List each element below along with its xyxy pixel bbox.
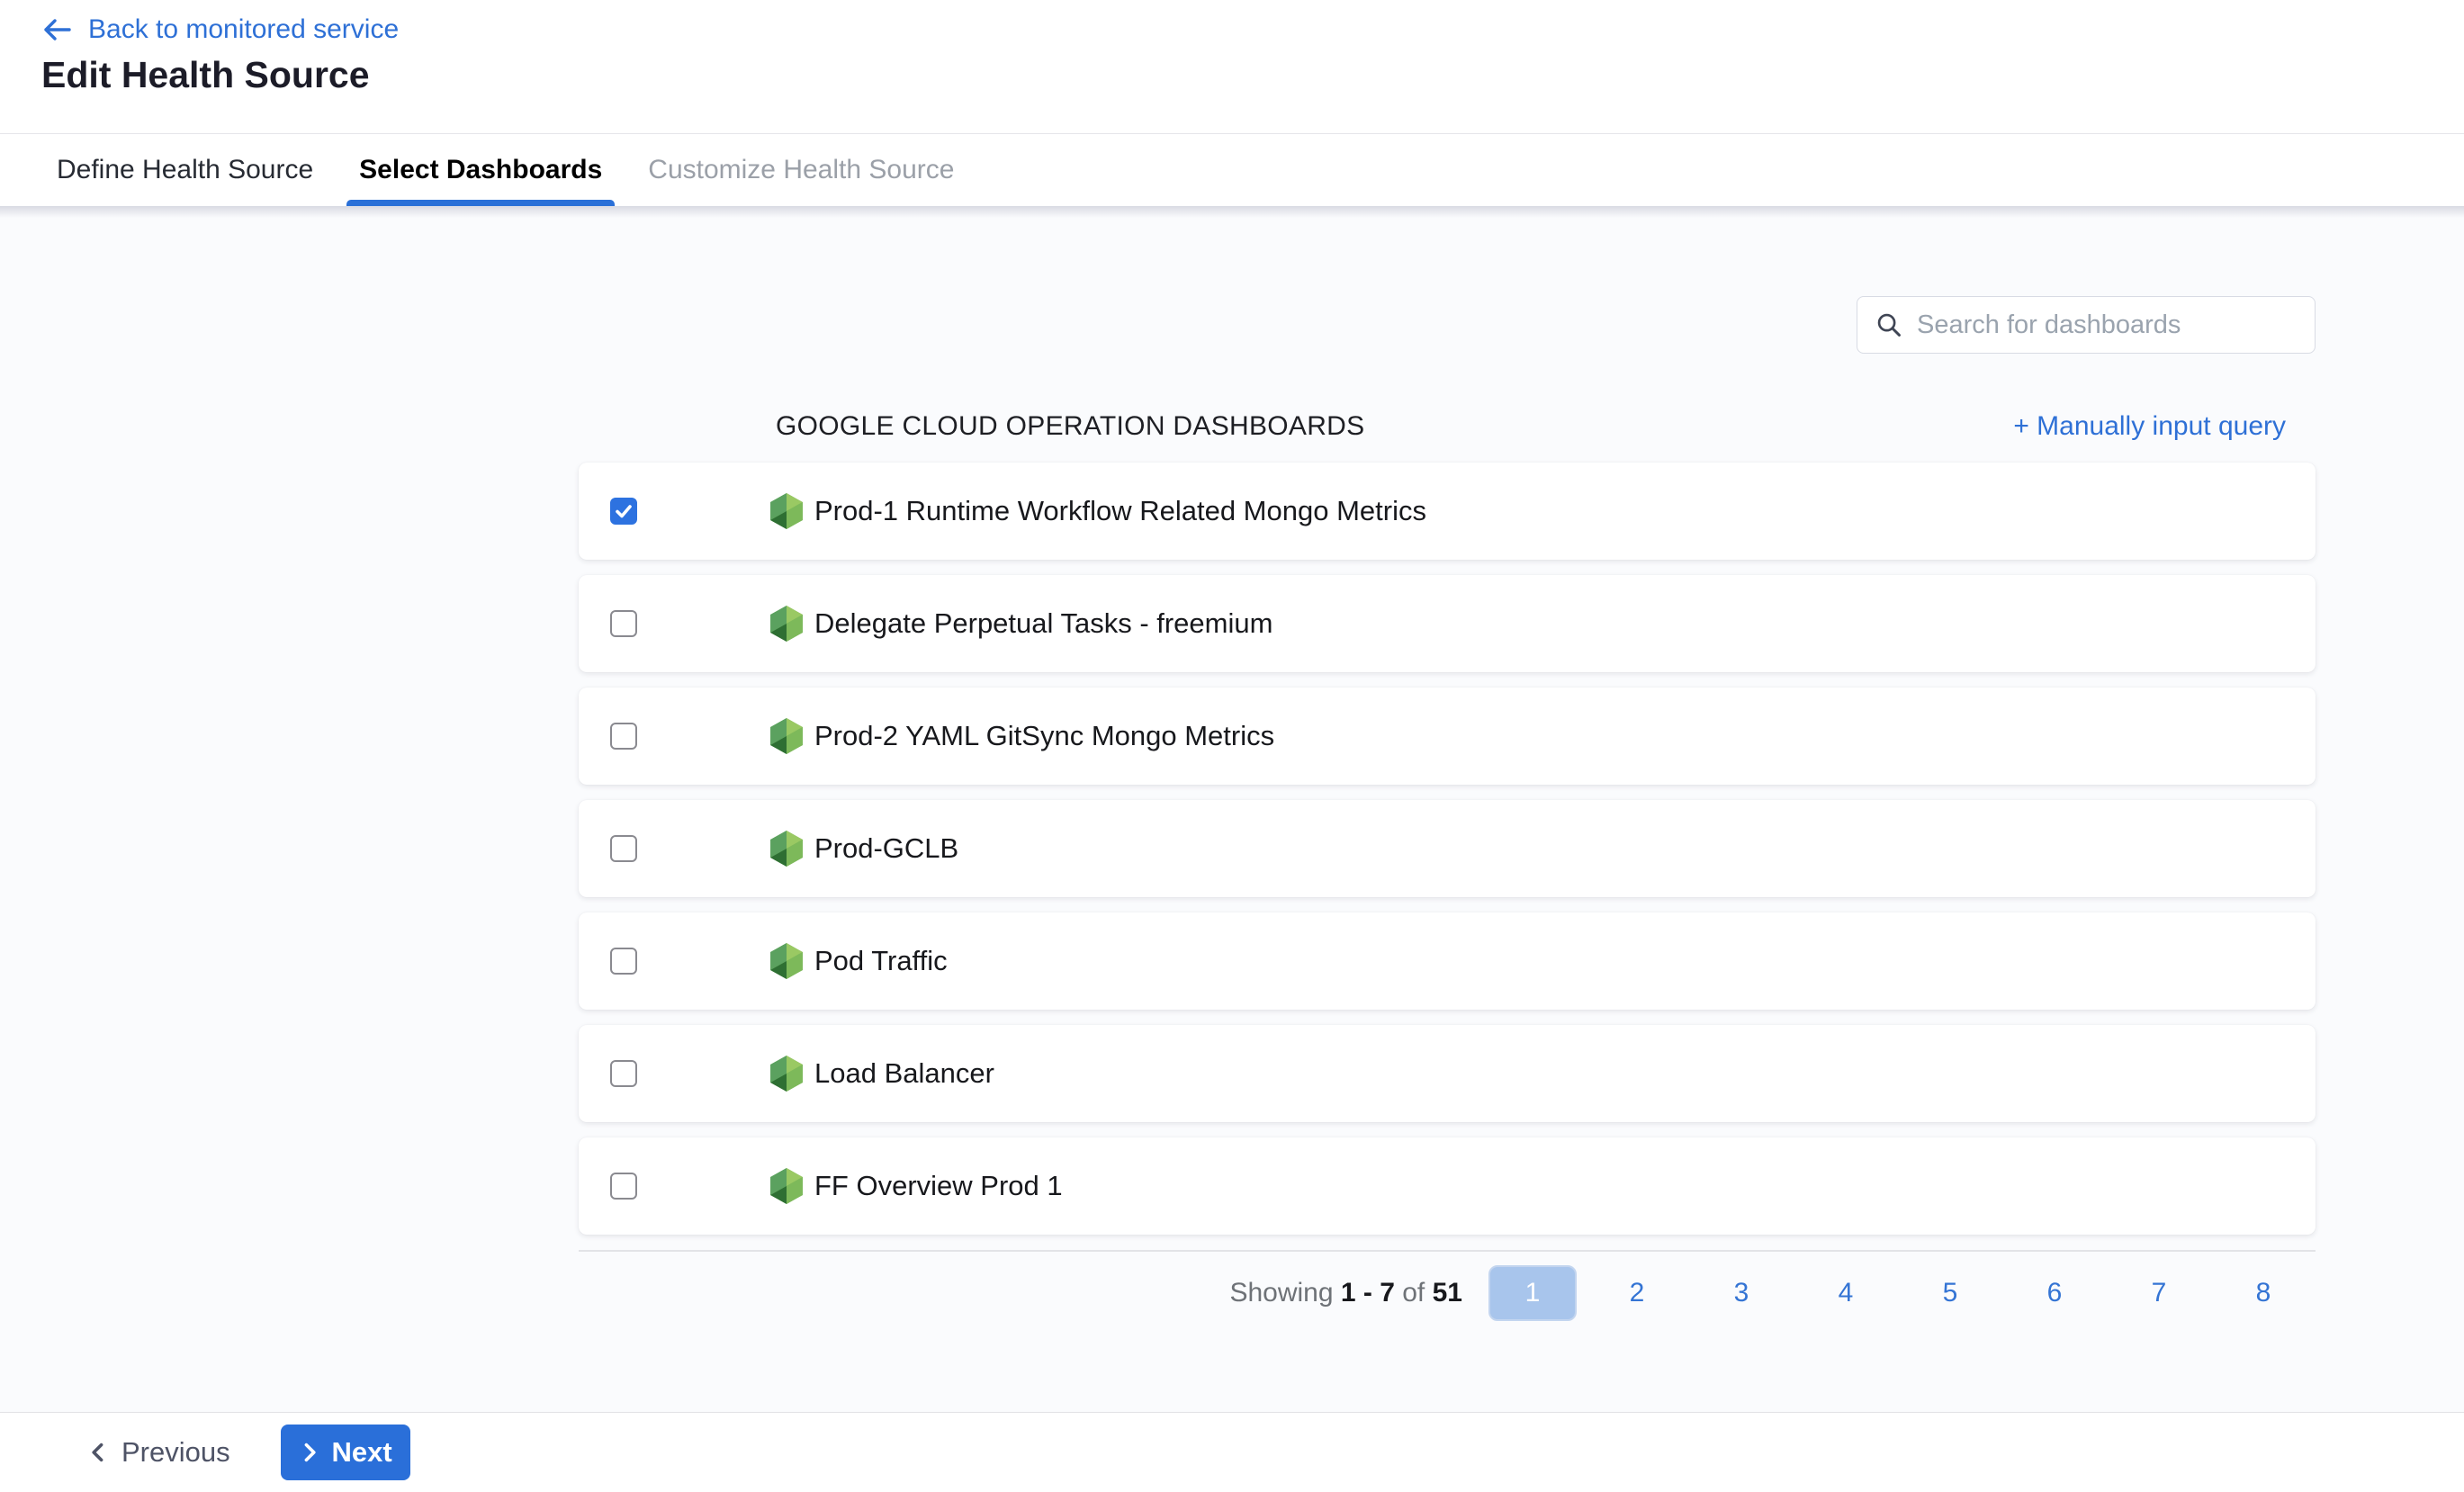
dashboard-hexagon-icon <box>770 493 803 529</box>
dashboard-checkbox[interactable] <box>610 1173 637 1200</box>
dashboard-checkbox[interactable] <box>610 610 637 637</box>
dashboard-row[interactable]: FF Overview Prod 1 <box>579 1137 2316 1235</box>
pagination-of-word: of <box>1402 1278 1425 1308</box>
dashboard-label: Prod-1 Runtime Workflow Related Mongo Me… <box>814 495 1426 527</box>
dashboard-label: Prod-GCLB <box>814 832 958 865</box>
search-input[interactable] <box>1917 310 2300 340</box>
list-divider <box>579 1250 2316 1252</box>
back-link-label: Back to monitored service <box>88 14 399 45</box>
list-header-row: GOOGLE CLOUD OPERATION DASHBOARDS + Manu… <box>579 411 2316 442</box>
pagination-page[interactable]: 4 <box>1794 1265 1898 1321</box>
dashboard-label: Prod-2 YAML GitSync Mongo Metrics <box>814 720 1274 752</box>
search-icon <box>1875 310 1903 339</box>
chevron-right-icon <box>299 1441 320 1464</box>
previous-button[interactable]: Previous <box>87 1436 230 1469</box>
pagination-page[interactable]: 7 <box>2107 1265 2211 1321</box>
arrow-left-icon <box>41 16 74 43</box>
dashboard-hexagon-icon <box>770 831 803 867</box>
dashboard-row[interactable]: Pod Traffic <box>579 912 2316 1010</box>
pagination-page[interactable]: 8 <box>2211 1265 2316 1321</box>
dashboard-hexagon-icon <box>770 606 803 642</box>
back-to-monitored-service-link[interactable]: Back to monitored service <box>41 14 399 45</box>
dashboard-label: Delegate Perpetual Tasks - freemium <box>814 607 1272 640</box>
chevron-left-icon <box>87 1441 109 1464</box>
tab-customize-health-source[interactable]: Customize Health Source <box>635 134 967 206</box>
tab-bar: Define Health Source Select Dashboards C… <box>0 133 2464 206</box>
page-list: 12345678 <box>1480 1265 2316 1321</box>
dashboard-row[interactable]: Load Balancer <box>579 1025 2316 1122</box>
page-header: Back to monitored service Edit Health So… <box>0 0 2464 133</box>
dashboard-label: FF Overview Prod 1 <box>814 1170 1063 1202</box>
dashboard-label: Load Balancer <box>814 1057 994 1090</box>
dashboard-row[interactable]: Prod-1 Runtime Workflow Related Mongo Me… <box>579 463 2316 560</box>
manually-input-query-link[interactable]: + Manually input query <box>2013 411 2286 442</box>
tab-select-dashboards[interactable]: Select Dashboards <box>346 134 615 206</box>
dashboard-search-box <box>1857 296 2316 354</box>
pagination-page[interactable]: 5 <box>1898 1265 2002 1321</box>
dashboard-hexagon-icon <box>770 1168 803 1204</box>
footer-bar: Previous Next <box>0 1412 2464 1492</box>
dashboard-checkbox[interactable] <box>610 723 637 750</box>
dashboard-row[interactable]: Delegate Perpetual Tasks - freemium <box>579 575 2316 672</box>
previous-label: Previous <box>121 1436 230 1469</box>
dashboard-label: Pod Traffic <box>814 945 948 977</box>
pagination-page[interactable]: 2 <box>1585 1265 1689 1321</box>
dashboard-checkbox[interactable] <box>610 835 637 862</box>
dashboard-row[interactable]: Prod-2 YAML GitSync Mongo Metrics <box>579 688 2316 785</box>
pagination-page[interactable]: 6 <box>2002 1265 2107 1321</box>
next-button[interactable]: Next <box>281 1425 410 1480</box>
pagination-total: 51 <box>1433 1278 1462 1308</box>
page-title: Edit Health Source <box>41 54 370 96</box>
dashboard-checkbox[interactable] <box>610 498 637 525</box>
dashboard-row[interactable]: Prod-GCLB <box>579 800 2316 897</box>
pagination: Showing 1 - 7 of 51 12345678 <box>579 1264 2316 1322</box>
dashboard-hexagon-icon <box>770 718 803 754</box>
dashboard-hexagon-icon <box>770 943 803 979</box>
pagination-showing-word: Showing <box>1229 1278 1333 1308</box>
dashboard-list: Prod-1 Runtime Workflow Related Mongo Me… <box>579 463 2316 1250</box>
dashboard-checkbox[interactable] <box>610 1060 637 1087</box>
tab-define-health-source[interactable]: Define Health Source <box>44 134 326 206</box>
dashboard-hexagon-icon <box>770 1056 803 1092</box>
pagination-range: 1 - 7 <box>1341 1278 1395 1308</box>
content-area: GOOGLE CLOUD OPERATION DASHBOARDS + Manu… <box>0 206 2464 1412</box>
pagination-page[interactable]: 1 <box>1488 1265 1577 1321</box>
next-label: Next <box>332 1436 392 1469</box>
section-title: GOOGLE CLOUD OPERATION DASHBOARDS <box>776 411 1364 442</box>
dashboard-checkbox[interactable] <box>610 948 637 975</box>
pagination-page[interactable]: 3 <box>1689 1265 1794 1321</box>
pagination-summary: Showing 1 - 7 of 51 <box>1229 1278 1462 1308</box>
